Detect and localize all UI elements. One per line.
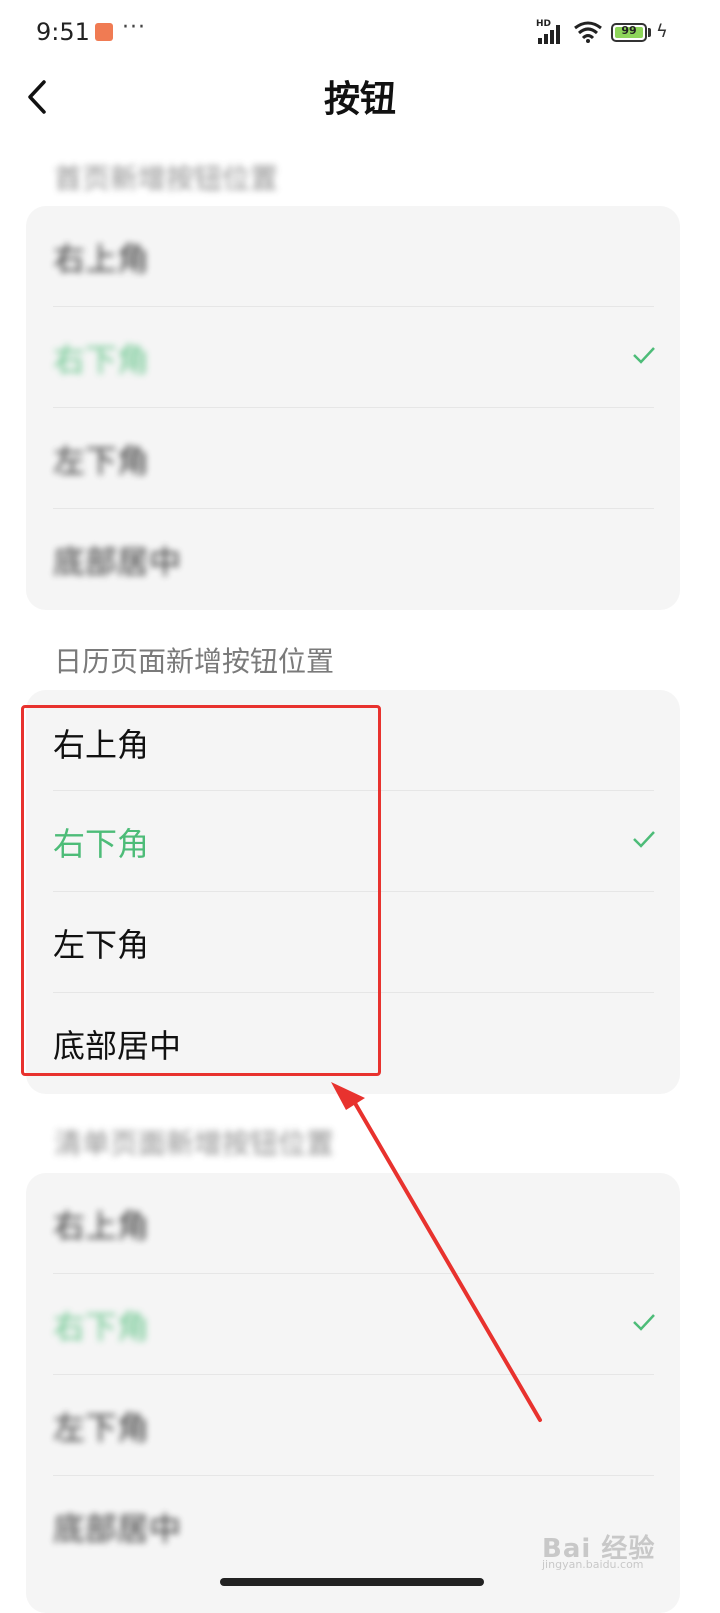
- option-label: 左下角: [53, 442, 150, 480]
- signal-icon: [538, 25, 560, 44]
- watermark: Bai 经验 jingyan.baidu.com: [542, 1520, 702, 1571]
- option-label: 底部居中: [53, 1510, 182, 1548]
- option-row-selected[interactable]: 右下角: [26, 307, 680, 408]
- more-notifications-icon: ···: [122, 15, 146, 40]
- wifi-icon: [574, 21, 602, 43]
- option-label: 右上角: [53, 1207, 150, 1245]
- option-label: 底部居中: [53, 543, 182, 581]
- option-row[interactable]: 左下角: [26, 1375, 680, 1476]
- checkmark-icon: [633, 1314, 655, 1331]
- section-title-home: 首页新增按钮位置: [54, 162, 279, 195]
- charging-icon: ϟ: [656, 21, 668, 42]
- option-row[interactable]: 右上角: [26, 1173, 680, 1274]
- header: 按钮: [0, 64, 720, 134]
- option-label: 左下角: [53, 1409, 150, 1447]
- status-bar: 9:51 ··· HD 99 ϟ: [0, 0, 720, 64]
- option-label: 右上角: [53, 240, 150, 278]
- mail-notification-icon: [95, 23, 113, 41]
- option-row[interactable]: 底部居中: [26, 509, 680, 610]
- option-label: 右下角: [53, 341, 150, 379]
- options-card-home: 右上角 右下角 左下角 底部居中: [26, 206, 680, 610]
- checkmark-icon: [633, 831, 655, 848]
- option-row[interactable]: 右上角: [26, 206, 680, 307]
- annotation-highlight-box: [21, 705, 381, 1076]
- page-title: 按钮: [323, 79, 396, 120]
- section-title-calendar: 日历页面新增按钮位置: [54, 645, 335, 678]
- watermark-url: jingyan.baidu.com: [542, 1558, 644, 1571]
- section-title-list: 清单页面新增按钮位置: [54, 1127, 335, 1160]
- status-time: 9:51: [36, 18, 90, 46]
- battery-tip: [648, 28, 651, 37]
- home-indicator[interactable]: [220, 1578, 484, 1586]
- battery-icon: 99: [611, 23, 647, 42]
- battery-level: 99: [621, 24, 637, 37]
- checkmark-icon: [633, 347, 655, 364]
- option-row[interactable]: 左下角: [26, 408, 680, 509]
- option-label: 右下角: [53, 1308, 150, 1346]
- option-row-selected[interactable]: 右下角: [26, 1274, 680, 1375]
